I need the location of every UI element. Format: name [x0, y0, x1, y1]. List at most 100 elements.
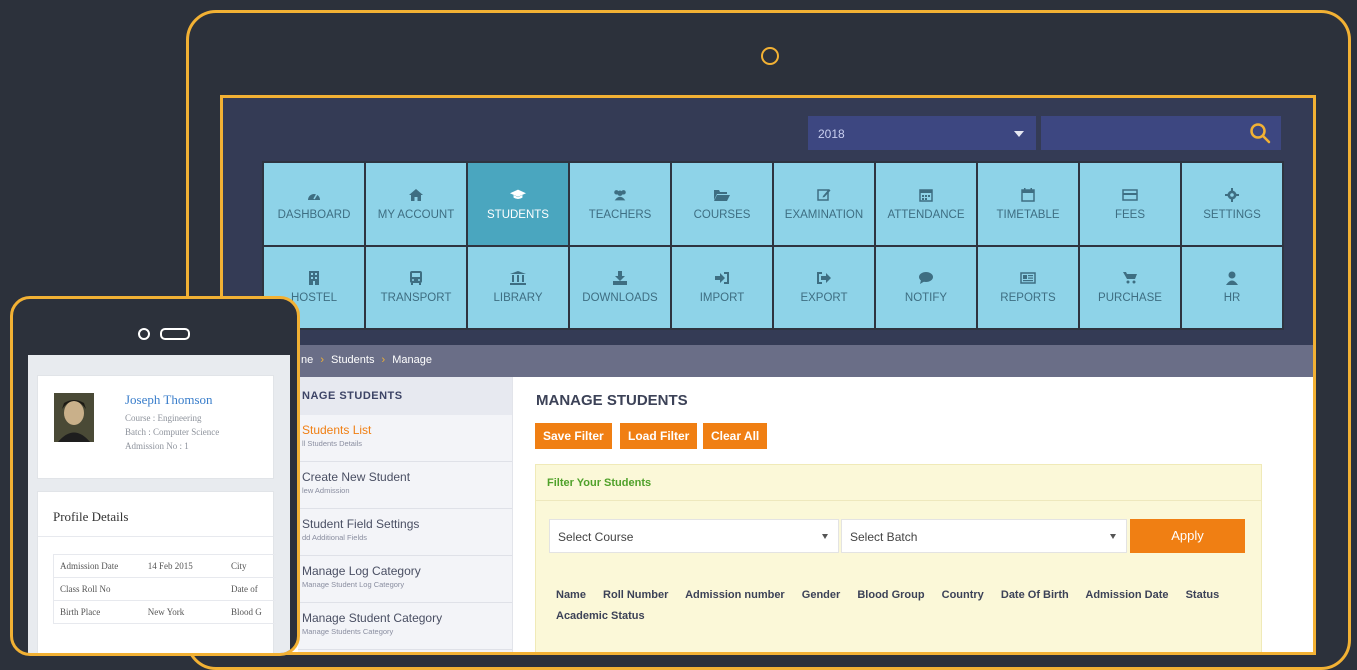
edit-icon — [816, 187, 832, 203]
side-item-title: Student Field Settings — [302, 517, 420, 531]
nav-tile-attendance[interactable]: ATTENDANCE — [876, 163, 976, 245]
course-select-value: Select Course — [558, 530, 634, 544]
newspaper-icon — [1020, 270, 1036, 286]
column-option[interactable]: Status — [1186, 589, 1220, 601]
nav-tile-library[interactable]: LIBRARY — [468, 246, 568, 328]
batch-select[interactable]: Select Batch — [841, 519, 1127, 553]
side-item-title: Create New Student — [302, 470, 411, 484]
profile-admission: Admission No : 1 — [125, 441, 189, 451]
table-cell: Birth Place — [60, 607, 101, 617]
comment-icon — [918, 270, 934, 286]
side-item-subtitle: ll Students Details — [302, 439, 363, 448]
course-select[interactable]: Select Course — [549, 519, 839, 553]
nav-tile-timetable[interactable]: TIMETABLE — [978, 163, 1078, 245]
nav-label: TIMETABLE — [996, 208, 1060, 221]
year-select[interactable]: 2018 — [808, 116, 1036, 150]
nav-tile-transport[interactable]: TRANSPORT — [366, 246, 466, 328]
breadcrumb-home[interactable]: ne — [301, 354, 313, 366]
save-filter-button[interactable]: Save Filter — [535, 423, 612, 449]
side-item-create-student[interactable]: Create New Student lew Admission — [298, 462, 512, 509]
nav-tile-hr[interactable]: HR — [1182, 246, 1282, 328]
clear-all-button[interactable]: Clear All — [703, 423, 768, 449]
nav-tile-examination[interactable]: EXAMINATION — [774, 163, 874, 245]
column-option[interactable]: Date Of Birth — [1001, 589, 1069, 601]
apply-button[interactable]: Apply — [1130, 519, 1245, 553]
side-item-title: Students List — [302, 423, 372, 437]
batch-select-value: Select Batch — [850, 530, 918, 544]
nav-tile-teachers[interactable]: TEACHERS — [570, 163, 670, 245]
search-input[interactable] — [1041, 116, 1281, 150]
calendar-icon — [918, 187, 934, 203]
side-item-title: Manage Log Category — [302, 564, 421, 578]
breadcrumb-manage: Manage — [392, 354, 433, 366]
column-option[interactable]: Academic Status — [556, 610, 645, 622]
nav-tile-courses[interactable]: COURSES — [672, 163, 772, 245]
dashboard-icon — [306, 187, 322, 203]
app-screen: 2018 DASHBOARD MY ACCOUNT STUDENTS TEACH… — [220, 95, 1316, 655]
chevron-right-icon: › — [381, 354, 386, 366]
table-cell: Blood G — [230, 607, 262, 617]
column-option[interactable]: Admission Date — [1085, 589, 1168, 601]
column-option[interactable]: Gender — [802, 589, 841, 601]
table-cell: Date of — [230, 584, 258, 594]
laptop-camera — [761, 47, 779, 65]
nav-tile-students[interactable]: STUDENTS — [468, 163, 568, 245]
nav-label: LIBRARY — [493, 292, 543, 305]
column-option[interactable]: Roll Number — [603, 589, 668, 601]
nav-label: FEES — [1114, 208, 1146, 221]
sign-in-icon — [714, 270, 730, 286]
column-option[interactable]: Blood Group — [857, 589, 924, 601]
column-option[interactable]: Name — [556, 589, 586, 601]
nav-tile-fees[interactable]: FEES — [1080, 163, 1180, 245]
nav-label: MY ACCOUNT — [377, 208, 455, 221]
side-item-log-category[interactable]: Manage Log Category Manage Student Log C… — [298, 556, 512, 603]
sign-out-icon — [816, 270, 832, 286]
nav-label: DOWNLOADS — [582, 292, 658, 305]
column-option[interactable]: Admission number — [685, 589, 785, 601]
nav-tile-downloads[interactable]: DOWNLOADS — [570, 246, 670, 328]
load-filter-button[interactable]: Load Filter — [620, 423, 698, 449]
phone-screen: Joseph Thomson Course : Engineering Batc… — [28, 355, 290, 653]
nav-tile-import[interactable]: IMPORT — [672, 246, 772, 328]
page-title: MANAGE STUDENTS — [536, 392, 688, 409]
profile-card: Joseph Thomson Course : Engineering Batc… — [37, 375, 274, 479]
nav-tile-dashboard[interactable]: DASHBOARD — [264, 163, 364, 245]
profile-course: Course : Engineering — [125, 413, 202, 423]
nav-tile-my-account[interactable]: MY ACCOUNT — [366, 163, 466, 245]
caret-down-icon — [822, 534, 828, 539]
nav-tile-settings[interactable]: SETTINGS — [1182, 163, 1282, 245]
content-area: NAGE STUDENTS Students List ll Students … — [223, 377, 1313, 652]
folder-open-icon — [714, 187, 730, 203]
chevron-right-icon: › — [320, 354, 324, 366]
table-cell: Class Roll No — [60, 584, 111, 594]
nav-tile-reports[interactable]: REPORTS — [978, 246, 1078, 328]
nav-label: SETTINGS — [1203, 208, 1261, 221]
side-item-student-category[interactable]: Manage Student Category Manage Students … — [298, 603, 512, 650]
credit-card-icon — [1122, 187, 1138, 203]
table-row: Birth Place New York Blood G — [54, 601, 276, 624]
user-icon — [1224, 270, 1240, 286]
side-item-students-list[interactable]: Students List ll Students Details — [298, 415, 512, 462]
module-nav: DASHBOARD MY ACCOUNT STUDENTS TEACHERS C… — [262, 161, 1284, 330]
table-row: Admission Date 14 Feb 2015 City — [54, 555, 276, 578]
nav-label: NOTIFY — [904, 292, 948, 305]
download-icon — [612, 270, 628, 286]
nav-tile-export[interactable]: EXPORT — [774, 246, 874, 328]
table-cell: Admission Date — [60, 561, 119, 571]
breadcrumb-students[interactable]: Students — [331, 354, 374, 366]
profile-details-card: Profile Details Admission Date 14 Feb 20… — [37, 491, 276, 653]
institution-icon — [510, 270, 526, 286]
profile-details-title: Profile Details — [53, 509, 129, 524]
nav-tile-notify[interactable]: NOTIFY — [876, 246, 976, 328]
search-icon[interactable] — [1249, 122, 1271, 149]
nav-label: EXPORT — [800, 292, 848, 305]
table-cell: 14 Feb 2015 — [147, 561, 193, 571]
nav-label: EXAMINATION — [784, 208, 864, 221]
table-cell: City — [230, 561, 247, 571]
nav-tile-purchase[interactable]: PURCHASE — [1080, 246, 1180, 328]
column-option[interactable]: Country — [942, 589, 984, 601]
nav-label: IMPORT — [699, 292, 745, 305]
avatar — [54, 393, 94, 442]
side-menu: NAGE STUDENTS Students List ll Students … — [298, 377, 513, 652]
side-item-field-settings[interactable]: Student Field Settings dd Additional Fie… — [298, 509, 512, 556]
